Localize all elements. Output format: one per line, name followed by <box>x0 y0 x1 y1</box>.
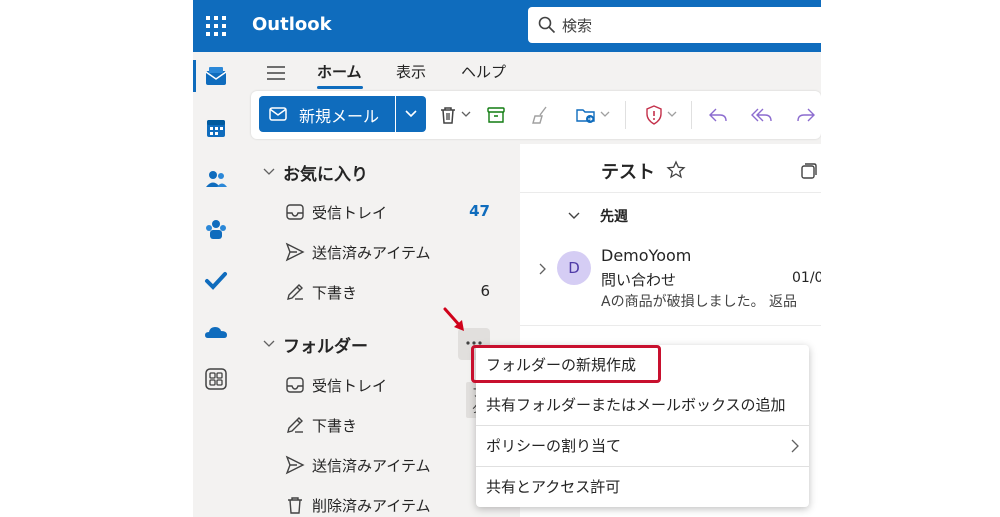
favorites-item-drafts[interactable]: 下書き 6 <box>243 274 520 310</box>
favorites-item-sent[interactable]: 送信済みアイテム <box>243 234 520 270</box>
reply-icon[interactable] <box>707 104 729 126</box>
more-apps-icon[interactable] <box>203 366 229 392</box>
search-placeholder[interactable]: 検索 <box>562 15 592 36</box>
reply-all-icon[interactable] <box>751 104 773 126</box>
rail-active-indicator <box>193 60 196 92</box>
message-date: 01/0 <box>792 270 821 286</box>
sweep-icon[interactable] <box>529 104 551 126</box>
chevron-right-icon[interactable] <box>539 263 547 275</box>
folder-context-menu: フォルダーの新規作成 共有フォルダーまたはメールボックスの追加 ポリシーの割り当… <box>471 345 809 507</box>
folder-title: テスト <box>601 162 655 183</box>
toolbar: 新規メール <box>251 91 821 139</box>
folder-label: 削除済みアイテム <box>312 497 431 515</box>
new-mail-label: 新規メール <box>299 107 380 126</box>
favorite-star-icon[interactable] <box>666 160 686 180</box>
app-launcher-icon[interactable] <box>205 15 227 37</box>
mail-icon[interactable] <box>203 63 229 89</box>
toolbar-separator <box>625 101 626 129</box>
annotation-arrow-icon <box>443 307 464 331</box>
toolbar-separator <box>691 101 692 129</box>
onedrive-icon[interactable] <box>203 319 229 345</box>
group-header[interactable]: 先週 <box>600 206 628 226</box>
divider <box>520 192 821 193</box>
trash-icon <box>288 497 302 514</box>
favorites-header[interactable]: お気に入り <box>283 160 368 185</box>
tab-view[interactable]: 表示 <box>396 61 426 82</box>
todo-icon[interactable] <box>203 268 229 294</box>
chevron-down-icon[interactable] <box>461 111 471 119</box>
send-icon <box>285 455 305 475</box>
app-rail <box>193 52 239 517</box>
new-mail-dropdown[interactable] <box>396 96 426 132</box>
groups-icon[interactable] <box>203 217 229 243</box>
top-bar: Outlook 検索 <box>193 0 821 52</box>
chevron-down-icon[interactable] <box>263 168 275 176</box>
folder-label: 送信済みアイテム <box>312 457 431 475</box>
tab-help[interactable]: ヘルプ <box>461 61 506 82</box>
report-shield-icon[interactable] <box>643 104 665 126</box>
menu-item-assign-policy[interactable]: ポリシーの割り当て <box>476 426 809 466</box>
select-icon[interactable] <box>800 162 818 180</box>
delete-icon[interactable] <box>437 104 459 126</box>
menu-item-sharing-permissions[interactable]: 共有とアクセス許可 <box>476 467 809 507</box>
app-title[interactable]: Outlook <box>252 14 332 35</box>
menu-item-new-folder[interactable]: フォルダーの新規作成 <box>471 345 809 385</box>
draft-icon <box>287 284 303 300</box>
tab-active-underline <box>317 86 363 89</box>
search-box[interactable]: 検索 <box>528 7 821 43</box>
send-icon <box>285 242 305 262</box>
move-to-folder-icon[interactable] <box>575 104 597 126</box>
message-row[interactable]: D DemoYoom 問い合わせ 01/0 Aの商品が破損しました。 返品 <box>520 236 821 326</box>
folders-header[interactable]: フォルダー <box>283 332 368 357</box>
chevron-right-icon <box>791 439 799 453</box>
draft-icon <box>287 417 303 433</box>
chevron-down-icon <box>405 110 417 118</box>
chevron-down-icon[interactable] <box>600 111 610 119</box>
forward-icon[interactable] <box>795 104 817 126</box>
search-icon <box>538 16 556 34</box>
outlook-window: Outlook 検索 ホーム 表示 ヘルプ 新規メール お気に入り 受信トレイ … <box>193 0 821 517</box>
menu-item-label: 共有とアクセス許可 <box>486 478 621 496</box>
folder-label: 受信トレイ <box>312 377 388 395</box>
menu-item-label: 共有フォルダーまたはメールボックスの追加 <box>486 396 786 414</box>
chevron-down-icon[interactable] <box>667 111 677 119</box>
menu-item-add-shared[interactable]: 共有フォルダーまたはメールボックスの追加 <box>476 385 809 425</box>
item-count: 6 <box>480 282 490 300</box>
unread-count: 47 <box>469 202 490 220</box>
new-mail-button[interactable]: 新規メール <box>259 96 395 132</box>
tab-home[interactable]: ホーム <box>317 61 362 82</box>
avatar: D <box>557 251 591 285</box>
message-preview: Aの商品が破損しました。 返品 <box>601 294 798 310</box>
message-subject: 問い合わせ <box>601 271 677 289</box>
folder-label: 受信トレイ <box>312 204 388 222</box>
message-sender: DemoYoom <box>601 246 692 265</box>
inbox-icon <box>286 377 304 393</box>
ribbon: ホーム 表示 ヘルプ 新規メール <box>239 52 821 144</box>
people-icon[interactable] <box>203 166 229 192</box>
folder-label: 下書き <box>312 417 358 435</box>
folder-label: 送信済みアイテム <box>312 244 431 262</box>
archive-icon[interactable] <box>485 104 507 126</box>
chevron-down-icon[interactable] <box>263 340 275 348</box>
menu-item-label: ポリシーの割り当て <box>486 437 622 455</box>
chevron-down-icon[interactable] <box>568 212 580 220</box>
calendar-icon[interactable] <box>203 115 229 141</box>
hamburger-menu-icon[interactable] <box>266 65 286 81</box>
highlight-box <box>471 345 661 383</box>
envelope-icon <box>269 107 287 121</box>
favorites-item-inbox[interactable]: 受信トレイ 47 <box>243 194 520 230</box>
folder-label: 下書き <box>312 284 358 302</box>
inbox-icon <box>286 204 304 220</box>
